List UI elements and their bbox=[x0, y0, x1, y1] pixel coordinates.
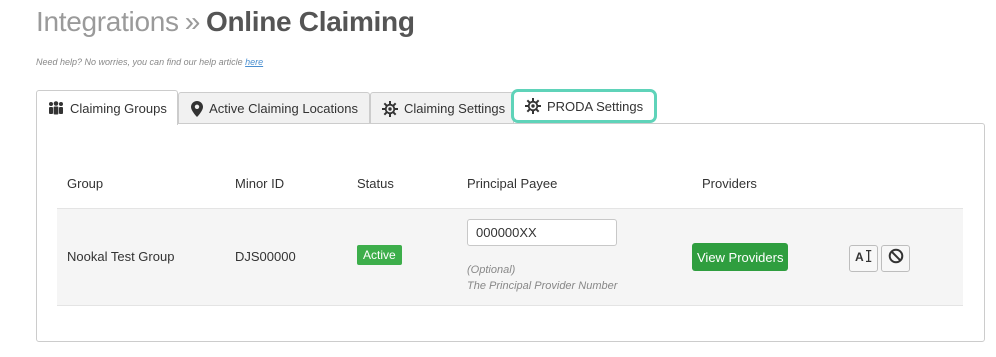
tab-label: Claiming Groups bbox=[70, 100, 167, 116]
column-header-status: Status bbox=[357, 176, 394, 191]
status-badge: Active bbox=[357, 245, 402, 265]
tab-active-claiming-locations[interactable]: Active Claiming Locations bbox=[178, 92, 370, 124]
column-header-providers: Providers bbox=[702, 176, 757, 191]
column-header-group: Group bbox=[67, 176, 104, 191]
breadcrumb-integrations[interactable]: Integrations bbox=[36, 6, 179, 37]
help-text-label: Need help? No worries, you can find our … bbox=[36, 57, 246, 67]
view-providers-button[interactable]: View Providers bbox=[692, 243, 789, 271]
rename-button[interactable]: A bbox=[849, 245, 878, 272]
rename-icon: A bbox=[855, 249, 873, 268]
minor-id: DJS00000 bbox=[235, 249, 296, 264]
tab-claiming-groups[interactable]: Claiming Groups bbox=[36, 90, 178, 125]
column-header-minor-id: Minor ID bbox=[235, 176, 285, 191]
breadcrumb-separator: » bbox=[184, 6, 201, 37]
tab-bar: Claiming Groups Active Claiming Location… bbox=[36, 89, 986, 125]
tab-label: Claiming Settings bbox=[404, 101, 506, 116]
page-title: Integrations» Online Claiming bbox=[36, 6, 415, 38]
disable-icon bbox=[888, 248, 904, 269]
principal-payee-input[interactable] bbox=[467, 219, 617, 246]
disable-button[interactable] bbox=[881, 245, 910, 272]
group-name: Nookal Test Group bbox=[67, 249, 175, 264]
payee-hint-optional: (Optional) bbox=[467, 264, 516, 276]
tab-claiming-settings[interactable]: Claiming Settings bbox=[370, 92, 514, 124]
payee-hint-description: The Principal Provider Number bbox=[467, 280, 618, 292]
gear-icon bbox=[525, 98, 541, 114]
column-header-principal-payee: Principal Payee bbox=[467, 176, 558, 191]
claiming-groups-panel: Group Minor ID Status Principal Payee Pr… bbox=[36, 123, 985, 342]
svg-text:A: A bbox=[855, 250, 864, 263]
gear-icon bbox=[382, 100, 398, 117]
tab-label: Active Claiming Locations bbox=[209, 101, 358, 116]
users-icon bbox=[48, 100, 64, 116]
help-article-link[interactable]: here bbox=[245, 57, 263, 67]
map-pin-icon bbox=[190, 100, 203, 117]
table-row: Nookal Test Group DJS00000 Active (Optio… bbox=[57, 208, 963, 306]
help-text: Need help? No worries, you can find our … bbox=[36, 57, 263, 67]
tab-label: PRODA Settings bbox=[547, 98, 644, 114]
page-title-current: Online Claiming bbox=[206, 6, 415, 37]
tab-proda-settings[interactable]: PRODA Settings bbox=[511, 89, 657, 123]
